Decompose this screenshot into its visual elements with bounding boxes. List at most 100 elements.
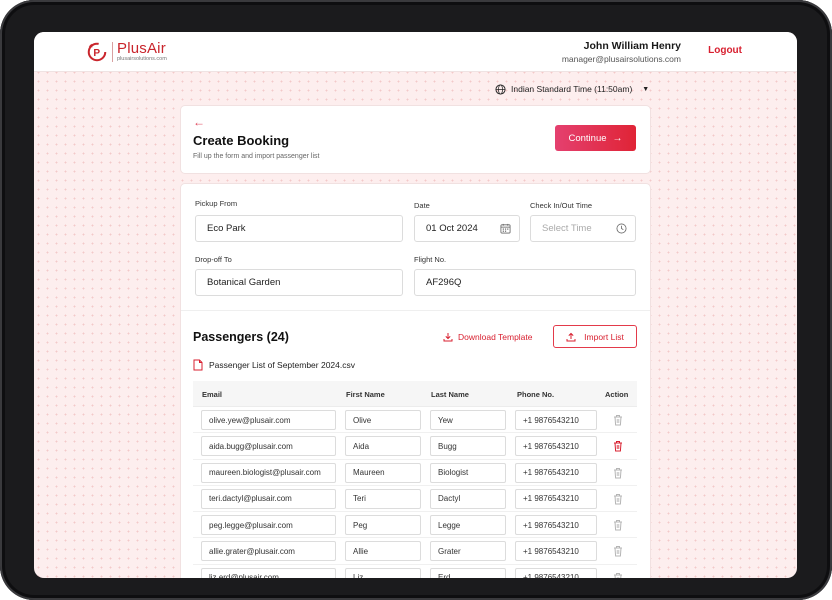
passenger-table: Email First Name Last Name Phone No. Act… — [193, 381, 637, 578]
time-input[interactable]: Select Time — [530, 215, 636, 242]
date-input[interactable]: 01 Oct 2024 — [414, 215, 520, 242]
table-row: teri.dactyl@plusair.com Teri Dactyl +1 9876… — [193, 486, 637, 513]
phone-cell[interactable]: +1 9876543210 — [515, 515, 597, 536]
date-value: 01 Oct 2024 — [426, 223, 478, 234]
table-header: Email First Name Last Name Phone No. Act… — [193, 381, 637, 407]
import-list-button[interactable]: Import List — [553, 325, 637, 348]
last-name-cell[interactable]: Legge — [430, 515, 506, 536]
first-name-cell[interactable]: Allie — [345, 541, 421, 562]
phone-cell[interactable]: +1 9876543210 — [515, 541, 597, 562]
col-last-name: Last Name — [431, 390, 469, 399]
app-screen: P PlusAir plusairsolutions.com John Will… — [34, 32, 797, 578]
email-cell[interactable]: allie.grater@plusair.com — [201, 541, 336, 562]
upload-icon — [566, 332, 576, 341]
chevron-down-icon: ▼ — [642, 85, 650, 93]
first-name-cell[interactable]: Peg — [345, 515, 421, 536]
last-name-cell[interactable]: Erd — [430, 567, 506, 578]
brand-name: PlusAir — [117, 40, 166, 58]
trash-icon[interactable] — [613, 414, 623, 426]
table-row: peg.legge@plusair.com Peg Legge +1 98765432… — [193, 512, 637, 539]
booking-header-card: ← Create Booking Fill up the form and im… — [181, 106, 650, 173]
email-cell[interactable]: aida.bugg@plusair.com — [201, 436, 336, 457]
passengers-title: Passengers (24) — [193, 330, 289, 344]
logo-divider — [112, 42, 113, 62]
trash-icon[interactable] — [613, 493, 623, 505]
uploaded-file: Passenger List of September 2024.csv — [193, 359, 355, 371]
col-email: Email — [202, 390, 223, 399]
timezone-label: Indian Standard Time (11:50am) — [511, 84, 633, 94]
trash-icon[interactable] — [613, 545, 623, 557]
calendar-icon — [500, 223, 511, 234]
table-row: liz.erd@plusair.com Liz Erd +1 9876543210 — [193, 565, 637, 578]
time-placeholder: Select Time — [542, 223, 592, 234]
last-name-cell[interactable]: Grater — [430, 541, 506, 562]
email-cell[interactable]: maureen.biologist@plusair.com — [201, 462, 336, 483]
top-bar: P PlusAir plusairsolutions.com John Will… — [34, 32, 797, 72]
trash-icon[interactable] — [613, 572, 623, 578]
logo-wordmark: PlusAir plusairsolutions.com — [117, 41, 167, 63]
trash-icon[interactable] — [613, 519, 623, 531]
clock-icon — [616, 223, 627, 234]
download-template-label: Download Template — [458, 332, 533, 342]
time-label: Check In/Out Time — [530, 201, 593, 210]
brand-tagline: plusairsolutions.com — [117, 56, 167, 63]
pickup-label: Pickup From — [195, 199, 238, 208]
svg-text:P: P — [93, 48, 100, 59]
last-name-cell[interactable]: Biologist — [430, 462, 506, 483]
last-name-cell[interactable]: Yew — [430, 410, 506, 430]
email-cell[interactable]: peg.legge@plusair.com — [201, 515, 336, 536]
first-name-cell[interactable]: Aida — [345, 436, 421, 457]
first-name-cell[interactable]: Teri — [345, 488, 421, 509]
last-name-cell[interactable]: Dactyl — [430, 488, 506, 509]
phone-cell[interactable]: +1 9876543210 — [515, 567, 597, 578]
phone-cell[interactable]: +1 9876543210 — [515, 462, 597, 483]
col-action: Action — [605, 390, 629, 399]
user-email: manager@plusairsolutions.com — [561, 54, 681, 64]
date-label: Date — [414, 201, 430, 210]
email-cell[interactable]: liz.erd@plusair.com — [201, 567, 336, 578]
first-name-cell[interactable]: Maureen — [345, 462, 421, 483]
table-row: olive.yew@plusair.com Olive Yew +1 98765432… — [193, 407, 637, 434]
phone-cell[interactable]: +1 9876543210 — [515, 410, 597, 430]
trash-icon[interactable] — [613, 467, 623, 479]
first-name-cell[interactable]: Olive — [345, 410, 421, 430]
email-cell[interactable]: olive.yew@plusair.com — [201, 410, 336, 430]
booking-form-card: Pickup From Eco Park Date 01 Oct 2024 Ch… — [181, 184, 650, 578]
table-body: olive.yew@plusair.com Olive Yew +1 98765432… — [193, 407, 637, 578]
logout-button[interactable]: Logout — [708, 45, 742, 56]
download-template-button[interactable]: Download Template — [443, 332, 533, 342]
trash-icon[interactable] — [613, 440, 623, 452]
table-row: aida.bugg@plusair.com Aida Bugg +1 98765432… — [193, 433, 637, 460]
continue-label: Continue — [568, 132, 607, 144]
file-icon — [193, 359, 203, 371]
flight-input[interactable]: AF296Q — [414, 269, 636, 296]
last-name-cell[interactable]: Bugg — [430, 436, 506, 457]
dropoff-input[interactable]: Botanical Garden — [195, 269, 403, 296]
pickup-input[interactable]: Eco Park — [195, 215, 403, 242]
table-row: maureen.biologist@plusair.com Maureen Biol… — [193, 460, 637, 486]
phone-cell[interactable]: +1 9876543210 — [515, 488, 597, 509]
brand-logo[interactable]: P PlusAir plusairsolutions.com — [86, 40, 167, 64]
user-name: John William Henry — [583, 40, 681, 52]
timezone-selector[interactable]: Indian Standard Time (11:50am) ▼ — [495, 82, 649, 96]
table-row: allie.grater@plusair.com Allie Grater +1 98… — [193, 538, 637, 565]
globe-icon — [495, 83, 506, 95]
plusair-logo-icon: P — [87, 42, 107, 62]
section-divider — [181, 310, 650, 311]
import-list-label: Import List — [584, 331, 624, 342]
email-cell[interactable]: teri.dactyl@plusair.com — [201, 488, 336, 509]
continue-button[interactable]: Continue → — [555, 125, 636, 151]
page-subtitle: Fill up the form and import passenger li… — [193, 153, 320, 160]
file-name: Passenger List of September 2024.csv — [209, 360, 355, 370]
download-icon — [443, 333, 453, 342]
tablet-frame: P PlusAir plusairsolutions.com John Will… — [0, 0, 832, 600]
page-title: Create Booking — [193, 133, 290, 148]
user-info: John William Henry manager@plusairsoluti… — [562, 40, 681, 64]
arrow-left-icon[interactable]: ← — [193, 115, 205, 129]
flight-label: Flight No. — [414, 255, 447, 264]
col-first-name: First Name — [346, 390, 385, 399]
dropoff-label: Drop-off To — [195, 255, 232, 264]
arrow-right-icon: → — [612, 132, 623, 144]
first-name-cell[interactable]: Liz — [345, 567, 421, 578]
phone-cell[interactable]: +1 9876543210 — [515, 436, 597, 457]
